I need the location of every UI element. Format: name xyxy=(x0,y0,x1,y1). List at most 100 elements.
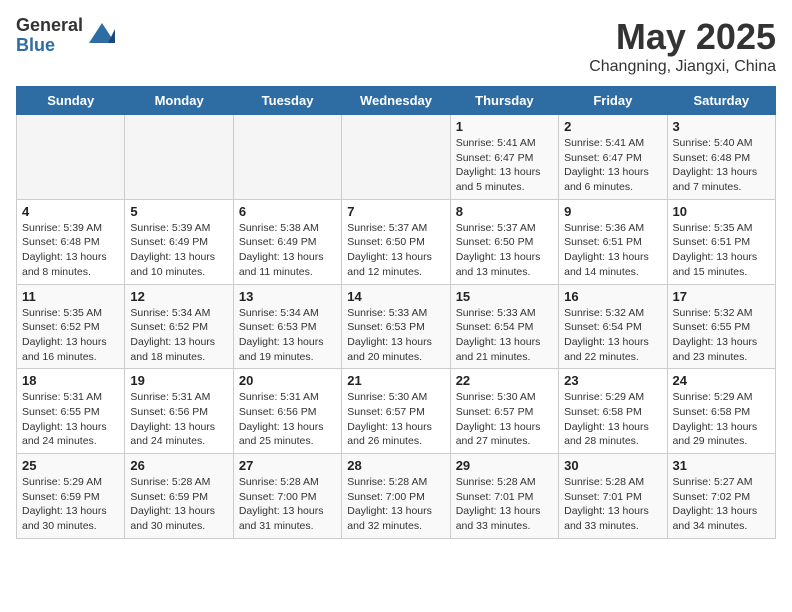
calendar-cell: 13Sunrise: 5:34 AM Sunset: 6:53 PM Dayli… xyxy=(233,284,341,369)
day-number: 20 xyxy=(239,373,336,388)
day-number: 23 xyxy=(564,373,661,388)
day-info: Sunrise: 5:29 AM Sunset: 6:58 PM Dayligh… xyxy=(673,390,770,449)
logo-blue-text: Blue xyxy=(16,36,83,56)
day-info: Sunrise: 5:33 AM Sunset: 6:53 PM Dayligh… xyxy=(347,306,444,365)
calendar-cell: 21Sunrise: 5:30 AM Sunset: 6:57 PM Dayli… xyxy=(342,369,450,454)
day-number: 4 xyxy=(22,204,119,219)
calendar-cell: 3Sunrise: 5:40 AM Sunset: 6:48 PM Daylig… xyxy=(667,115,775,200)
calendar-table: SundayMondayTuesdayWednesdayThursdayFrid… xyxy=(16,86,776,539)
calendar-cell: 15Sunrise: 5:33 AM Sunset: 6:54 PM Dayli… xyxy=(450,284,558,369)
calendar-cell: 14 Sunrise: 5:33 AM Sunset: 6:53 PM Dayli… xyxy=(342,284,450,369)
day-number: 7 xyxy=(347,204,444,219)
day-number: 27 xyxy=(239,458,336,473)
calendar-cell: 20 Sunrise: 5:31 AM Sunset: 6:56 PM Dayli… xyxy=(233,369,341,454)
day-number: 29 xyxy=(456,458,553,473)
day-number: 14 xyxy=(347,289,444,304)
day-number: 22 xyxy=(456,373,553,388)
calendar-body: 1 Sunrise: 5:41 AM Sunset: 6:47 PM Daylig… xyxy=(17,115,776,539)
day-info: Sunrise: 5:36 AM Sunset: 6:51 PM Dayligh… xyxy=(564,221,661,280)
logo-text: General Blue xyxy=(16,16,83,56)
weekday-header: Sunday xyxy=(17,87,125,115)
day-number: 16 xyxy=(564,289,661,304)
calendar-cell xyxy=(233,115,341,200)
day-info: Sunrise: 5:41 AM Sunset: 6:47 PM Dayligh… xyxy=(564,136,661,195)
calendar-cell: 16 Sunrise: 5:32 AM Sunset: 6:54 PM Dayli… xyxy=(559,284,667,369)
day-number: 8 xyxy=(456,204,553,219)
day-number: 6 xyxy=(239,204,336,219)
calendar-cell: 9 Sunrise: 5:36 AM Sunset: 6:51 PM Daylig… xyxy=(559,199,667,284)
day-info: Sunrise: 5:41 AM Sunset: 6:47 PM Dayligh… xyxy=(456,136,553,195)
day-number: 28 xyxy=(347,458,444,473)
calendar-cell: 5 Sunrise: 5:39 AM Sunset: 6:49 PM Daylig… xyxy=(125,199,233,284)
calendar-cell: 11 Sunrise: 5:35 AM Sunset: 6:52 PM Dayli… xyxy=(17,284,125,369)
day-number: 10 xyxy=(673,204,770,219)
day-number: 1 xyxy=(456,119,553,134)
day-number: 18 xyxy=(22,373,119,388)
calendar-cell xyxy=(17,115,125,200)
day-number: 12 xyxy=(130,289,227,304)
day-info: Sunrise: 5:38 AM Sunset: 6:49 PM Dayligh… xyxy=(239,221,336,280)
weekday-row: SundayMondayTuesdayWednesdayThursdayFrid… xyxy=(17,87,776,115)
logo-general-text: General xyxy=(16,16,83,36)
weekday-header: Tuesday xyxy=(233,87,341,115)
calendar-cell: 28 Sunrise: 5:28 AM Sunset: 7:00 PM Dayli… xyxy=(342,454,450,539)
location: Changning, Jiangxi, China xyxy=(589,58,776,76)
calendar-cell: 30 Sunrise: 5:28 AM Sunset: 7:01 PM Dayli… xyxy=(559,454,667,539)
day-info: Sunrise: 5:37 AM Sunset: 6:50 PM Dayligh… xyxy=(347,221,444,280)
calendar-week-row: 4 Sunrise: 5:39 AM Sunset: 6:48 PM Daylig… xyxy=(17,199,776,284)
day-info: Sunrise: 5:39 AM Sunset: 6:49 PM Dayligh… xyxy=(130,221,227,280)
day-number: 11 xyxy=(22,289,119,304)
calendar-cell: 10 Sunrise: 5:35 AM Sunset: 6:51 PM Dayli… xyxy=(667,199,775,284)
weekday-header: Saturday xyxy=(667,87,775,115)
calendar-cell xyxy=(342,115,450,200)
day-info: Sunrise: 5:28 AM Sunset: 7:01 PM Dayligh… xyxy=(564,475,661,534)
day-info: Sunrise: 5:37 AM Sunset: 6:50 PM Dayligh… xyxy=(456,221,553,280)
day-number: 30 xyxy=(564,458,661,473)
day-info: Sunrise: 5:28 AM Sunset: 7:00 PM Dayligh… xyxy=(239,475,336,534)
weekday-header: Wednesday xyxy=(342,87,450,115)
calendar-cell: 17Sunrise: 5:32 AM Sunset: 6:55 PM Dayli… xyxy=(667,284,775,369)
day-info: Sunrise: 5:35 AM Sunset: 6:51 PM Dayligh… xyxy=(673,221,770,280)
day-info: Sunrise: 5:39 AM Sunset: 6:48 PM Dayligh… xyxy=(22,221,119,280)
calendar-cell: 2Sunrise: 5:41 AM Sunset: 6:47 PM Daylig… xyxy=(559,115,667,200)
day-info: Sunrise: 5:30 AM Sunset: 6:57 PM Dayligh… xyxy=(456,390,553,449)
calendar-cell: 23Sunrise: 5:29 AM Sunset: 6:58 PM Dayli… xyxy=(559,369,667,454)
calendar-cell: 8 Sunrise: 5:37 AM Sunset: 6:50 PM Daylig… xyxy=(450,199,558,284)
logo: General Blue xyxy=(16,16,117,56)
calendar-week-row: 11 Sunrise: 5:35 AM Sunset: 6:52 PM Dayli… xyxy=(17,284,776,369)
day-info: Sunrise: 5:27 AM Sunset: 7:02 PM Dayligh… xyxy=(673,475,770,534)
calendar-cell: 29Sunrise: 5:28 AM Sunset: 7:01 PM Dayli… xyxy=(450,454,558,539)
day-number: 9 xyxy=(564,204,661,219)
day-info: Sunrise: 5:32 AM Sunset: 6:54 PM Dayligh… xyxy=(564,306,661,365)
calendar-week-row: 25 Sunrise: 5:29 AM Sunset: 6:59 PM Dayli… xyxy=(17,454,776,539)
logo-icon xyxy=(87,21,117,51)
day-info: Sunrise: 5:29 AM Sunset: 6:59 PM Dayligh… xyxy=(22,475,119,534)
day-number: 5 xyxy=(130,204,227,219)
month-title: May 2025 xyxy=(589,16,776,58)
day-info: Sunrise: 5:31 AM Sunset: 6:56 PM Dayligh… xyxy=(130,390,227,449)
day-info: Sunrise: 5:31 AM Sunset: 6:56 PM Dayligh… xyxy=(239,390,336,449)
day-info: Sunrise: 5:35 AM Sunset: 6:52 PM Dayligh… xyxy=(22,306,119,365)
day-info: Sunrise: 5:33 AM Sunset: 6:54 PM Dayligh… xyxy=(456,306,553,365)
title-area: May 2025 Changning, Jiangxi, China xyxy=(589,16,776,76)
calendar-cell: 24 Sunrise: 5:29 AM Sunset: 6:58 PM Dayli… xyxy=(667,369,775,454)
day-number: 31 xyxy=(673,458,770,473)
calendar-cell: 6 Sunrise: 5:38 AM Sunset: 6:49 PM Daylig… xyxy=(233,199,341,284)
calendar-cell: 4 Sunrise: 5:39 AM Sunset: 6:48 PM Daylig… xyxy=(17,199,125,284)
day-info: Sunrise: 5:34 AM Sunset: 6:52 PM Dayligh… xyxy=(130,306,227,365)
calendar-cell: 1 Sunrise: 5:41 AM Sunset: 6:47 PM Daylig… xyxy=(450,115,558,200)
day-number: 19 xyxy=(130,373,227,388)
day-number: 3 xyxy=(673,119,770,134)
day-number: 13 xyxy=(239,289,336,304)
day-info: Sunrise: 5:28 AM Sunset: 6:59 PM Dayligh… xyxy=(130,475,227,534)
calendar-cell: 19 Sunrise: 5:31 AM Sunset: 6:56 PM Dayli… xyxy=(125,369,233,454)
day-number: 24 xyxy=(673,373,770,388)
day-number: 25 xyxy=(22,458,119,473)
weekday-header: Friday xyxy=(559,87,667,115)
day-info: Sunrise: 5:32 AM Sunset: 6:55 PM Dayligh… xyxy=(673,306,770,365)
day-number: 26 xyxy=(130,458,227,473)
calendar-cell: 26 Sunrise: 5:28 AM Sunset: 6:59 PM Dayli… xyxy=(125,454,233,539)
day-info: Sunrise: 5:28 AM Sunset: 7:00 PM Dayligh… xyxy=(347,475,444,534)
calendar-cell: 12 Sunrise: 5:34 AM Sunset: 6:52 PM Dayli… xyxy=(125,284,233,369)
weekday-header: Monday xyxy=(125,87,233,115)
